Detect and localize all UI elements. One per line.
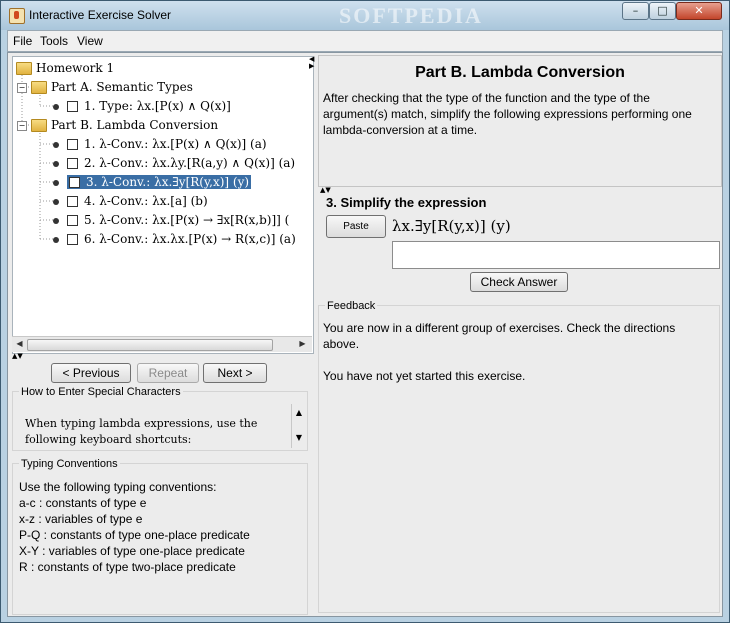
special-characters-panel: How to Enter Special Characters When typ… xyxy=(12,386,308,451)
status-checkbox-icon xyxy=(67,158,78,169)
convention-line: a-c : constants of type e xyxy=(19,496,147,510)
convention-line: X-Y : variables of type one-place predic… xyxy=(19,544,245,558)
tree-root[interactable]: Homework 1 xyxy=(16,59,114,77)
maximize-button[interactable]: □ xyxy=(649,2,676,20)
tree-item[interactable]: 2. λ-Conv.: λx.λy.[R(a,y) ∧ Q(x)] (a) xyxy=(53,154,295,172)
tree-item-label: 4. λ-Conv.: λx.[a] (b) xyxy=(84,194,208,208)
bullet-icon xyxy=(53,236,59,243)
tree-item[interactable]: 1. Type: λx.[P(x) ∧ Q(x)] xyxy=(53,97,231,115)
close-button[interactable]: ✕ xyxy=(676,2,722,20)
tree-item[interactable]: 4. λ-Conv.: λx.[a] (b) xyxy=(53,192,208,210)
exercise-expression: λx.∃y[R(y,x)] (y) xyxy=(392,217,511,235)
tree-group-part-a[interactable]: − Part A. Semantic Types xyxy=(17,78,193,96)
tree-group-part-b[interactable]: − Part B. Lambda Conversion xyxy=(17,116,218,134)
tree-item-selected-highlight: 3. λ-Conv.: λx.∃y[R(y,x)] (y) xyxy=(67,175,252,189)
scrollbar-thumb[interactable] xyxy=(27,339,273,351)
scroll-down-icon[interactable]: ▼ xyxy=(292,433,306,442)
menu-file[interactable]: File xyxy=(13,34,32,48)
menu-bar: File Tools View xyxy=(7,30,723,52)
convention-line: R : constants of type two-place predicat… xyxy=(19,560,236,574)
directions-line: lambda-conversion at a time. xyxy=(323,123,478,137)
status-checkbox-icon xyxy=(67,196,78,207)
scroll-right-icon[interactable]: ▶ xyxy=(296,338,309,350)
window-title: Interactive Exercise Solver xyxy=(29,8,172,22)
tree-group-label: Part B. Lambda Conversion xyxy=(51,118,219,132)
softpedia-watermark: SOFTPEDIA xyxy=(339,3,483,28)
tree-item[interactable]: 6. λ-Conv.: λx.λx.[P(x) → R(x,c)] (a) xyxy=(53,230,296,248)
feedback-line: You are now in a different group of exer… xyxy=(323,321,676,335)
exercise-tree: Homework 1 − Part A. Semantic Types 1. Ty… xyxy=(12,56,314,354)
collapse-handle-icon[interactable]: − xyxy=(17,120,27,131)
app-window: Interactive Exercise Solver SOFTPEDIA – … xyxy=(0,0,730,623)
bullet-icon xyxy=(53,141,59,148)
next-button[interactable]: Next > xyxy=(203,363,267,383)
bullet-icon xyxy=(53,160,59,167)
folder-icon xyxy=(31,81,47,94)
bullet-icon xyxy=(53,198,59,205)
status-checkbox-icon xyxy=(67,139,78,150)
collapse-handle-icon[interactable]: − xyxy=(17,82,27,93)
client-area: Homework 1 − Part A. Semantic Types 1. Ty… xyxy=(7,52,723,617)
splitter-arrows-icon[interactable]: ▲▼ xyxy=(12,353,23,360)
directions-text: After checking that the type of the func… xyxy=(323,90,717,138)
tree-item-label: 5. λ-Conv.: λx.[P(x) → ∃x[R(x,b)]] ( xyxy=(84,213,290,227)
special-characters-scrollbar[interactable]: ▲ ▼ xyxy=(291,404,306,448)
status-checkbox-icon xyxy=(67,101,78,112)
tree-item-label: 1. λ-Conv.: λx.[P(x) ∧ Q(x)] (a) xyxy=(84,137,267,151)
directions-line: argument(s) match, simplify the followin… xyxy=(323,107,692,121)
convention-line: Use the following typing conventions: xyxy=(19,480,217,494)
typing-conventions-panel: Typing Conventions Use the following typ… xyxy=(12,458,308,615)
bullet-icon xyxy=(53,103,59,110)
tree-item-label: 2. λ-Conv.: λx.λy.[R(a,y) ∧ Q(x)] (a) xyxy=(84,156,296,170)
right-pane: Part B. Lambda Conversion After checking… xyxy=(316,53,722,616)
tree-item-label: 3. λ-Conv.: λx.∃y[R(y,x)] (y) xyxy=(86,175,250,189)
repeat-button[interactable]: Repeat xyxy=(137,363,199,383)
directions-line: After checking that the type of the func… xyxy=(323,91,650,105)
folder-icon xyxy=(31,119,47,132)
folder-icon xyxy=(16,62,32,75)
feedback-line: You have not yet started this exercise. xyxy=(323,369,526,383)
convention-line: P-Q : constants of type one-place predic… xyxy=(19,528,250,542)
feedback-panel: Feedback You are now in a different grou… xyxy=(318,300,720,613)
status-checkbox-icon xyxy=(67,215,78,226)
answer-input[interactable] xyxy=(392,241,720,269)
tree-group-label: Part A. Semantic Types xyxy=(51,80,193,94)
special-characters-text-line2: following keyboard shortcuts: xyxy=(25,433,192,446)
title-bar[interactable]: Interactive Exercise Solver SOFTPEDIA – … xyxy=(1,1,729,30)
tree-item[interactable]: 1. λ-Conv.: λx.[P(x) ∧ Q(x)] (a) xyxy=(53,135,267,153)
status-checkbox-icon xyxy=(67,234,78,245)
menu-view[interactable]: View xyxy=(77,34,103,48)
scroll-up-icon[interactable]: ▲ xyxy=(292,408,306,417)
check-answer-button[interactable]: Check Answer xyxy=(470,272,568,292)
minimize-button[interactable]: – xyxy=(622,2,649,20)
menu-tools[interactable]: Tools xyxy=(40,34,68,48)
status-checkbox-icon xyxy=(69,177,80,188)
convention-line: x-z : variables of type e xyxy=(19,512,143,526)
tree-item-label: 1. Type: λx.[P(x) ∧ Q(x)] xyxy=(84,99,231,113)
tree-item-selected[interactable]: 3. λ-Conv.: λx.∃y[R(y,x)] (y) xyxy=(53,173,252,191)
vertical-splitter-arrows-icon[interactable]: ◀ ▶ xyxy=(309,56,314,70)
directions-title: Part B. Lambda Conversion xyxy=(415,64,625,81)
tree-item-label: 6. λ-Conv.: λx.λx.[P(x) → R(x,c)] (a) xyxy=(84,232,296,246)
typing-conventions-title: Typing Conventions xyxy=(19,458,120,470)
tree-root-label: Homework 1 xyxy=(36,61,115,75)
feedback-title: Feedback xyxy=(325,300,378,312)
exercise-title: 3. Simplify the expression xyxy=(326,195,487,210)
bullet-icon xyxy=(53,217,59,224)
java-app-icon xyxy=(9,8,25,24)
tree-horizontal-scrollbar[interactable]: ◀ ▶ xyxy=(12,336,312,352)
previous-button[interactable]: < Previous xyxy=(51,363,131,383)
directions-panel: Part B. Lambda Conversion After checking… xyxy=(318,55,722,187)
special-characters-title: How to Enter Special Characters xyxy=(19,386,183,398)
bullet-icon xyxy=(53,179,59,186)
exercise-panel: 3. Simplify the expression Paste λx.∃y[R… xyxy=(318,193,720,613)
feedback-line: above. xyxy=(323,337,360,351)
tree-item[interactable]: 5. λ-Conv.: λx.[P(x) → ∃x[R(x,b)]] ( xyxy=(53,211,289,229)
paste-button[interactable]: Paste xyxy=(326,215,386,238)
special-characters-text-line1: When typing lambda expressions, use the xyxy=(25,417,258,430)
scroll-left-icon[interactable]: ◀ xyxy=(13,338,26,350)
